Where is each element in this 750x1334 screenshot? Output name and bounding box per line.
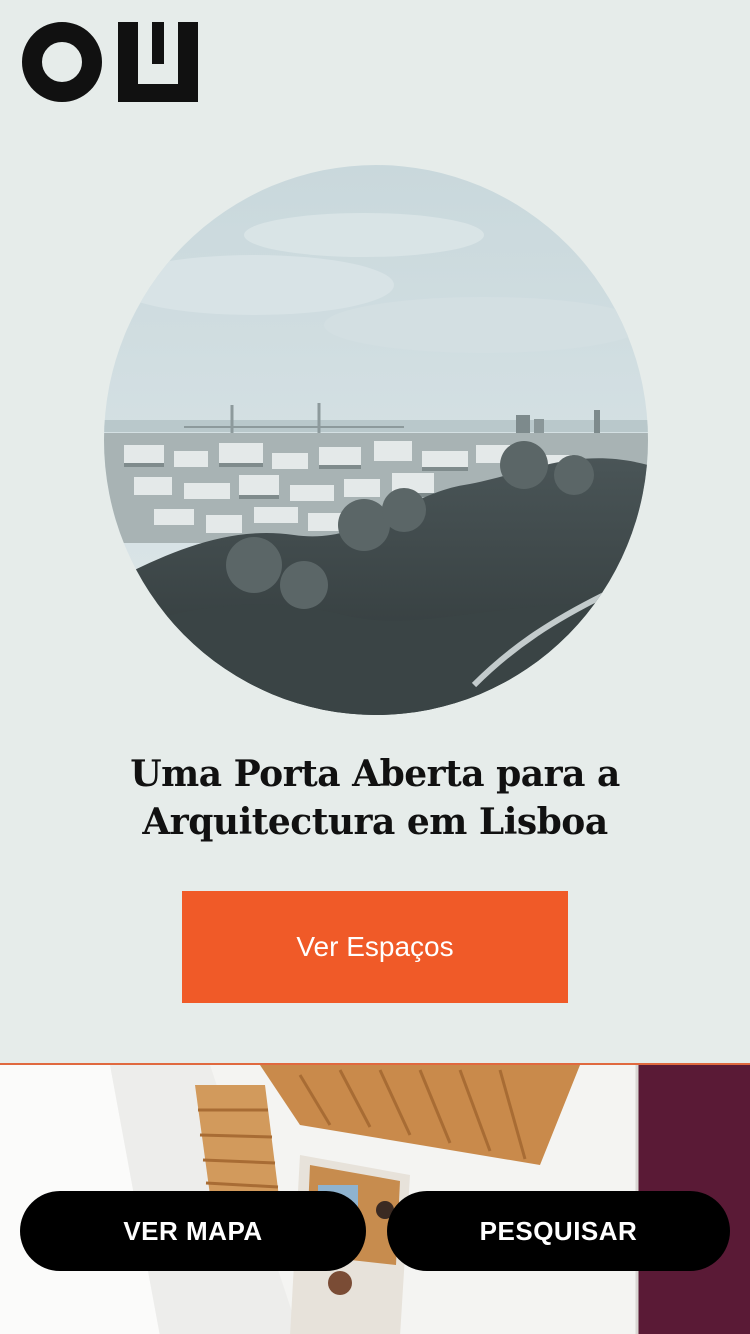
ver-mapa-button[interactable]: VER MAPA (20, 1191, 366, 1271)
home-screen: Uma Porta Aberta para a Arquitectura em … (0, 0, 750, 1334)
pesquisar-button[interactable]: PESQUISAR (387, 1191, 730, 1271)
ver-espacos-button[interactable]: Ver Espaços (182, 891, 568, 1003)
hero-title: Uma Porta Aberta para a Arquitectura em … (40, 750, 710, 846)
hero-title-line2: Arquitectura em Lisboa (142, 801, 608, 843)
hero-title-line1: Uma Porta Aberta para a (130, 753, 620, 795)
oh-logo-icon[interactable] (22, 22, 198, 102)
lisbon-cityscape-photo (104, 165, 648, 715)
